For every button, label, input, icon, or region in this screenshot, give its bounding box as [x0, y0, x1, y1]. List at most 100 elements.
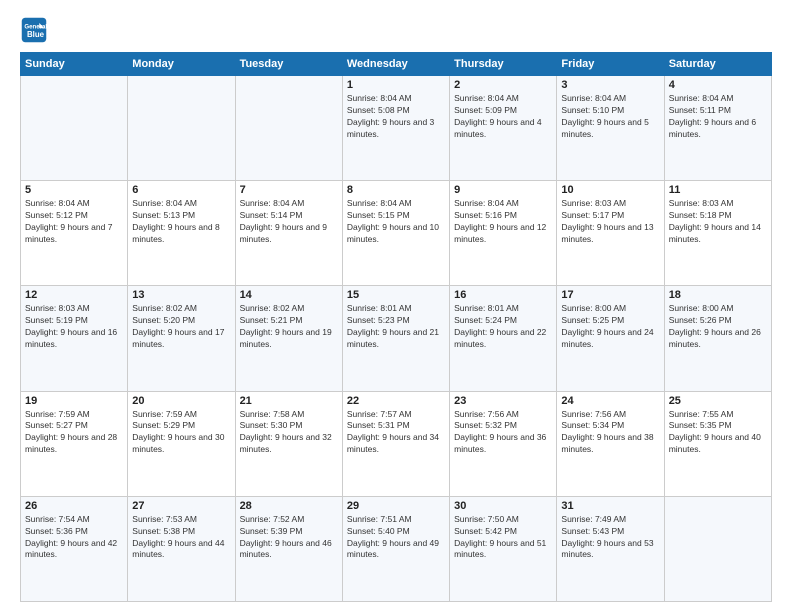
day-number: 22 — [347, 395, 445, 407]
day-number: 19 — [25, 395, 123, 407]
day-number: 2 — [454, 79, 552, 91]
day-number: 24 — [561, 395, 659, 407]
day-cell: 25 Sunrise: 7:55 AMSunset: 5:35 PMDayligh… — [664, 391, 771, 496]
day-cell: 23 Sunrise: 7:56 AMSunset: 5:32 PMDayligh… — [450, 391, 557, 496]
day-info: Sunrise: 8:03 AMSunset: 5:19 PMDaylight:… — [25, 303, 123, 351]
day-number: 7 — [240, 184, 338, 196]
day-cell: 7 Sunrise: 8:04 AMSunset: 5:14 PMDaylight… — [235, 181, 342, 286]
day-number: 15 — [347, 289, 445, 301]
day-number: 26 — [25, 500, 123, 512]
day-number: 21 — [240, 395, 338, 407]
day-number: 28 — [240, 500, 338, 512]
day-info: Sunrise: 8:04 AMSunset: 5:15 PMDaylight:… — [347, 198, 445, 246]
day-number: 25 — [669, 395, 767, 407]
day-info: Sunrise: 7:53 AMSunset: 5:38 PMDaylight:… — [132, 514, 230, 562]
svg-text:Blue: Blue — [27, 30, 45, 39]
day-number: 27 — [132, 500, 230, 512]
day-cell — [21, 76, 128, 181]
day-cell: 13 Sunrise: 8:02 AMSunset: 5:20 PMDayligh… — [128, 286, 235, 391]
day-cell: 9 Sunrise: 8:04 AMSunset: 5:16 PMDaylight… — [450, 181, 557, 286]
day-number: 29 — [347, 500, 445, 512]
day-info: Sunrise: 8:04 AMSunset: 5:10 PMDaylight:… — [561, 93, 659, 141]
weekday-header-tuesday: Tuesday — [235, 53, 342, 76]
day-cell: 21Sunrise: 7:58 AMSunset: 5:30 PMDayligh… — [235, 391, 342, 496]
weekday-header-thursday: Thursday — [450, 53, 557, 76]
day-cell: 20 Sunrise: 7:59 AMSunset: 5:29 PMDayligh… — [128, 391, 235, 496]
day-number: 9 — [454, 184, 552, 196]
day-info: Sunrise: 7:52 AMSunset: 5:39 PMDaylight:… — [240, 514, 338, 562]
day-number: 31 — [561, 500, 659, 512]
day-number: 1 — [347, 79, 445, 91]
weekday-header-monday: Monday — [128, 53, 235, 76]
day-number: 3 — [561, 79, 659, 91]
day-number: 17 — [561, 289, 659, 301]
day-number: 8 — [347, 184, 445, 196]
day-number: 16 — [454, 289, 552, 301]
day-info: Sunrise: 7:56 AMSunset: 5:34 PMDaylight:… — [561, 409, 659, 457]
day-cell: 27 Sunrise: 7:53 AMSunset: 5:38 PMDayligh… — [128, 496, 235, 601]
day-cell: 14 Sunrise: 8:02 AMSunset: 5:21 PMDayligh… — [235, 286, 342, 391]
day-info: Sunrise: 8:02 AMSunset: 5:21 PMDaylight:… — [240, 303, 338, 351]
day-cell: 18 Sunrise: 8:00 AMSunset: 5:26 PMDayligh… — [664, 286, 771, 391]
day-info: Sunrise: 8:04 AMSunset: 5:16 PMDaylight:… — [454, 198, 552, 246]
day-number: 5 — [25, 184, 123, 196]
day-cell: 1 Sunrise: 8:04 AMSunset: 5:08 PMDaylight… — [342, 76, 449, 181]
day-info: Sunrise: 8:01 AMSunset: 5:24 PMDaylight:… — [454, 303, 552, 351]
day-cell: 24 Sunrise: 7:56 AMSunset: 5:34 PMDayligh… — [557, 391, 664, 496]
day-info: Sunrise: 7:49 AMSunset: 5:43 PMDaylight:… — [561, 514, 659, 562]
weekday-header-saturday: Saturday — [664, 53, 771, 76]
day-cell: 19Sunrise: 7:59 AMSunset: 5:27 PMDayligh… — [21, 391, 128, 496]
day-number: 14 — [240, 289, 338, 301]
day-cell: 3 Sunrise: 8:04 AMSunset: 5:10 PMDaylight… — [557, 76, 664, 181]
day-cell: 16 Sunrise: 8:01 AMSunset: 5:24 PMDayligh… — [450, 286, 557, 391]
day-info: Sunrise: 7:50 AMSunset: 5:42 PMDaylight:… — [454, 514, 552, 562]
day-number: 23 — [454, 395, 552, 407]
day-cell: 8 Sunrise: 8:04 AMSunset: 5:15 PMDaylight… — [342, 181, 449, 286]
day-cell: 2 Sunrise: 8:04 AMSunset: 5:09 PMDaylight… — [450, 76, 557, 181]
week-row-2: 5 Sunrise: 8:04 AMSunset: 5:12 PMDaylight… — [21, 181, 772, 286]
day-info: Sunrise: 8:00 AMSunset: 5:26 PMDaylight:… — [669, 303, 767, 351]
weekday-header-row: SundayMondayTuesdayWednesdayThursdayFrid… — [21, 53, 772, 76]
day-cell: 11Sunrise: 8:03 AMSunset: 5:18 PMDayligh… — [664, 181, 771, 286]
weekday-header-wednesday: Wednesday — [342, 53, 449, 76]
day-info: Sunrise: 7:55 AMSunset: 5:35 PMDaylight:… — [669, 409, 767, 457]
weekday-header-sunday: Sunday — [21, 53, 128, 76]
day-info: Sunrise: 8:00 AMSunset: 5:25 PMDaylight:… — [561, 303, 659, 351]
day-info: Sunrise: 7:59 AMSunset: 5:29 PMDaylight:… — [132, 409, 230, 457]
calendar: SundayMondayTuesdayWednesdayThursdayFrid… — [20, 52, 772, 602]
logo-icon: General Blue — [20, 16, 48, 44]
day-cell: 26Sunrise: 7:54 AMSunset: 5:36 PMDayligh… — [21, 496, 128, 601]
day-cell: 28 Sunrise: 7:52 AMSunset: 5:39 PMDayligh… — [235, 496, 342, 601]
day-cell: 17 Sunrise: 8:00 AMSunset: 5:25 PMDayligh… — [557, 286, 664, 391]
day-info: Sunrise: 8:02 AMSunset: 5:20 PMDaylight:… — [132, 303, 230, 351]
day-cell — [235, 76, 342, 181]
day-cell: 5 Sunrise: 8:04 AMSunset: 5:12 PMDaylight… — [21, 181, 128, 286]
day-number: 20 — [132, 395, 230, 407]
day-cell — [128, 76, 235, 181]
day-info: Sunrise: 8:04 AMSunset: 5:09 PMDaylight:… — [454, 93, 552, 141]
day-cell: 31 Sunrise: 7:49 AMSunset: 5:43 PMDayligh… — [557, 496, 664, 601]
weekday-header-friday: Friday — [557, 53, 664, 76]
day-number: 13 — [132, 289, 230, 301]
day-number: 10 — [561, 184, 659, 196]
day-number: 30 — [454, 500, 552, 512]
day-info: Sunrise: 7:56 AMSunset: 5:32 PMDaylight:… — [454, 409, 552, 457]
day-cell: 30 Sunrise: 7:50 AMSunset: 5:42 PMDayligh… — [450, 496, 557, 601]
day-cell: 6Sunrise: 8:04 AMSunset: 5:13 PMDaylight… — [128, 181, 235, 286]
week-row-5: 26Sunrise: 7:54 AMSunset: 5:36 PMDayligh… — [21, 496, 772, 601]
day-info: Sunrise: 8:01 AMSunset: 5:23 PMDaylight:… — [347, 303, 445, 351]
week-row-3: 12Sunrise: 8:03 AMSunset: 5:19 PMDayligh… — [21, 286, 772, 391]
header: General Blue — [20, 16, 772, 44]
day-number: 4 — [669, 79, 767, 91]
day-cell: 29Sunrise: 7:51 AMSunset: 5:40 PMDayligh… — [342, 496, 449, 601]
day-cell: 10 Sunrise: 8:03 AMSunset: 5:17 PMDayligh… — [557, 181, 664, 286]
day-number: 18 — [669, 289, 767, 301]
day-info: Sunrise: 8:04 AMSunset: 5:12 PMDaylight:… — [25, 198, 123, 246]
day-info: Sunrise: 8:04 AMSunset: 5:13 PMDaylight:… — [132, 198, 230, 246]
day-info: Sunrise: 8:04 AMSunset: 5:14 PMDaylight:… — [240, 198, 338, 246]
day-info: Sunrise: 8:04 AMSunset: 5:08 PMDaylight:… — [347, 93, 445, 141]
page: General Blue SundayMondayTuesdayWednesda… — [0, 0, 792, 612]
day-info: Sunrise: 8:03 AMSunset: 5:17 PMDaylight:… — [561, 198, 659, 246]
week-row-4: 19Sunrise: 7:59 AMSunset: 5:27 PMDayligh… — [21, 391, 772, 496]
day-info: Sunrise: 8:03 AMSunset: 5:18 PMDaylight:… — [669, 198, 767, 246]
